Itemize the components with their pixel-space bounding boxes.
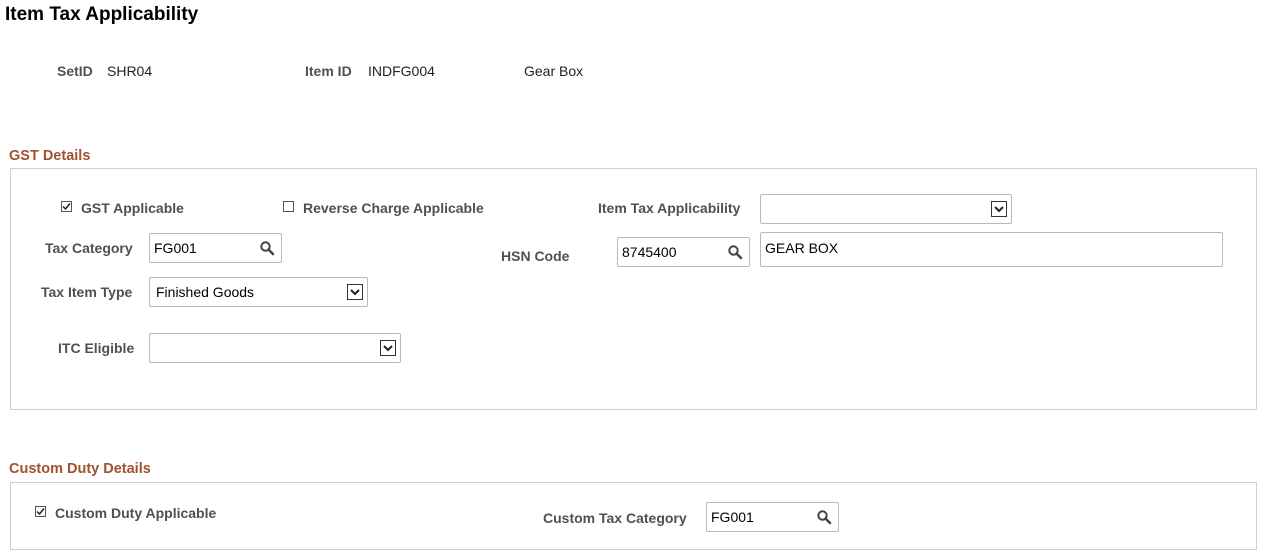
gst-section-title: GST Details [9,148,91,164]
tax-category-input[interactable]: FG001 [149,233,282,263]
magnifier-icon[interactable] [259,240,275,256]
tax-item-type-value: Finished Goods [156,284,255,300]
chevron-down-icon [380,340,396,356]
setid-value: SHR04 [107,63,153,79]
item-tax-applicability-select[interactable] [760,194,1012,224]
itc-eligible-label: ITC Eligible [58,340,135,356]
tax-category-label: Tax Category [45,240,133,256]
tax-item-type-select[interactable]: Finished Goods [149,277,368,307]
custom-tax-category-label: Custom Tax Category [543,510,687,526]
hsn-code-label: HSN Code [501,248,570,264]
page-title: Item Tax Applicability [5,4,199,25]
chevron-down-icon [347,284,363,300]
custom-tax-category-value: FG001 [711,509,754,525]
gst-applicable-label: GST Applicable [81,200,184,216]
reverse-charge-label: Reverse Charge Applicable [303,200,484,216]
chevron-down-icon [991,201,1007,217]
setid-label: SetID [57,63,93,79]
hsn-description-value: GEAR BOX [765,240,839,256]
custom-duty-applicable-label: Custom Duty Applicable [55,505,217,521]
hsn-code-value: 8745400 [622,244,677,260]
tax-category-value: FG001 [154,240,197,256]
custom-duty-applicable-checkbox[interactable] [35,506,46,517]
checkmark-icon [36,508,45,516]
itemid-value: INDFG004 [368,63,435,79]
item-description: Gear Box [524,63,584,79]
hsn-code-input[interactable]: 8745400 [617,237,750,267]
itemid-label: Item ID [305,63,352,79]
reverse-charge-checkbox[interactable] [283,201,294,212]
custom-tax-category-input[interactable]: FG001 [706,502,839,532]
magnifier-icon[interactable] [727,244,743,260]
magnifier-icon[interactable] [816,509,832,525]
hsn-description-field: GEAR BOX [760,232,1223,267]
itc-eligible-select[interactable] [149,333,401,363]
tax-item-type-label: Tax Item Type [41,284,133,300]
custom-duty-section-title: Custom Duty Details [9,461,151,477]
gst-applicable-checkbox[interactable] [61,201,72,212]
checkmark-icon [62,203,71,211]
item-tax-applicability-label: Item Tax Applicability [598,200,741,216]
